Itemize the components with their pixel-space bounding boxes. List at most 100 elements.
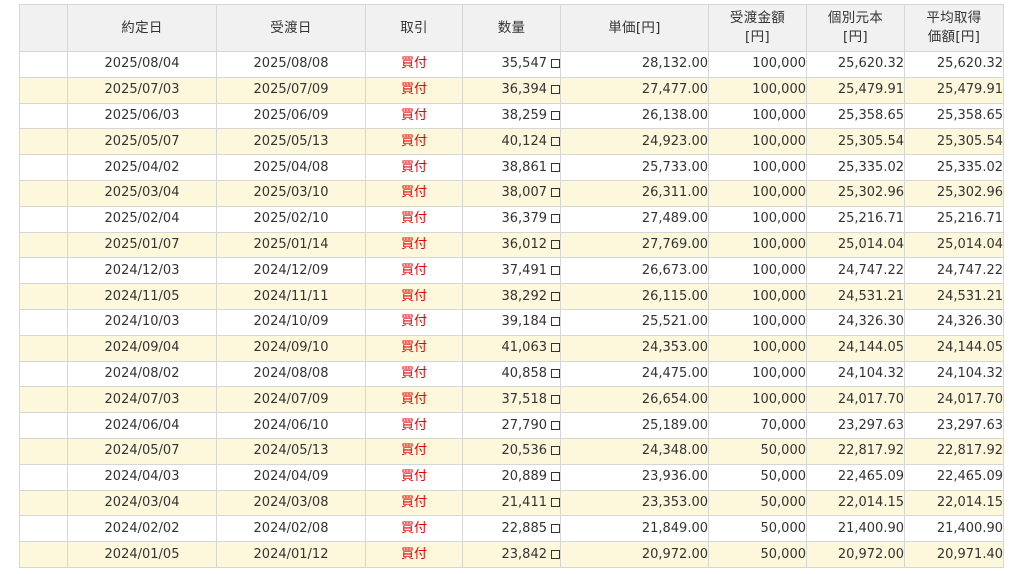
quantity-cell: 38,861 (462, 154, 561, 181)
row-selector-cell (19, 257, 68, 285)
table-row: 2025/05/07 2025/05/13 買付 40,124 24,923.00 100… (19, 128, 1004, 156)
table-row: 2024/07/03 2024/07/09 買付 37,518 26,654.00 100… (19, 386, 1004, 414)
table-row: 2024/12/03 2024/12/09 買付 37,491 26,673.00 100… (19, 257, 1004, 285)
average-cost-cell: 21,400.90 (904, 515, 1004, 543)
unit-price-cell: 21,849.00 (560, 515, 709, 543)
quantity-cell: 22,885 (462, 515, 561, 543)
unit-price-cell: 26,654.00 (560, 386, 709, 414)
trade-type-cell: 買付 (365, 412, 463, 439)
checkbox-square-icon (551, 446, 560, 456)
trade-type-cell: 買付 (365, 76, 463, 104)
contract-date-cell: 2024/01/05 (67, 541, 217, 568)
contract-date-cell: 2024/03/04 (67, 489, 217, 517)
trade-history-panel: 約定日 受渡日 取引 数量 単価[円] 受渡金額 [円] 個別元本 [円] 平均… (19, 4, 1004, 568)
quantity-value: 40,124 (501, 133, 548, 149)
trade-type-cell: 買付 (365, 463, 463, 491)
checkbox-square-icon (551, 549, 560, 559)
delivery-date-cell: 2025/02/10 (216, 205, 366, 233)
unit-price-cell: 25,521.00 (560, 308, 709, 336)
average-cost-cell: 22,465.09 (904, 463, 1004, 491)
quantity-value: 41,063 (501, 340, 548, 356)
checkbox-square-icon (551, 110, 560, 120)
average-cost-cell: 22,817.92 (904, 437, 1004, 465)
contract-date-cell: 2025/02/04 (67, 205, 217, 233)
individual-principal-cell: 25,302.96 (806, 179, 905, 207)
average-cost-cell: 25,335.02 (904, 154, 1004, 181)
contract-date-cell: 2024/12/03 (67, 257, 217, 285)
quantity-value: 36,379 (501, 211, 548, 227)
checkbox-square-icon (551, 497, 560, 507)
header-average-cost: 平均取得 価額[円] (904, 4, 1004, 52)
delivery-amount-cell: 100,000 (708, 76, 807, 104)
row-selector-cell (19, 412, 68, 439)
delivery-amount-cell: 100,000 (708, 283, 807, 310)
average-cost-cell: 24,104.32 (904, 360, 1004, 388)
checkbox-square-icon (551, 214, 560, 224)
average-cost-cell: 25,358.65 (904, 102, 1004, 130)
contract-date-cell: 2025/07/03 (67, 76, 217, 104)
table-row: 2025/07/03 2025/07/09 買付 36,394 27,477.00 100… (19, 76, 1004, 104)
quantity-value: 38,259 (501, 107, 548, 123)
quantity-value: 38,007 (501, 185, 548, 201)
trade-type-cell: 買付 (365, 489, 463, 517)
delivery-date-cell: 2025/06/09 (216, 102, 366, 130)
trade-history-table: 約定日 受渡日 取引 数量 単価[円] 受渡金額 [円] 個別元本 [円] 平均… (19, 4, 1004, 568)
table-row: 2024/05/07 2024/05/13 買付 20,536 24,348.00 50,… (19, 437, 1004, 465)
individual-principal-cell: 22,817.92 (806, 437, 905, 465)
checkbox-square-icon (551, 343, 560, 353)
delivery-amount-cell: 100,000 (708, 360, 807, 388)
unit-price-cell: 27,769.00 (560, 231, 709, 259)
row-selector-cell (19, 515, 68, 543)
delivery-date-cell: 2024/02/08 (216, 515, 366, 543)
quantity-cell: 20,536 (462, 437, 561, 465)
quantity-value: 36,012 (501, 236, 548, 252)
delivery-amount-cell: 100,000 (708, 51, 807, 78)
contract-date-cell: 2025/04/02 (67, 154, 217, 181)
delivery-date-cell: 2024/06/10 (216, 412, 366, 439)
trade-type-cell: 買付 (365, 541, 463, 568)
header-individual-principal-line2: [円] (843, 29, 868, 45)
unit-price-cell: 27,477.00 (560, 76, 709, 104)
row-selector-cell (19, 437, 68, 465)
quantity-cell: 37,491 (462, 257, 561, 285)
checkbox-square-icon (551, 523, 560, 533)
quantity-cell: 40,124 (462, 128, 561, 156)
contract-date-cell: 2025/03/04 (67, 179, 217, 207)
unit-price-cell: 26,673.00 (560, 257, 709, 285)
checkbox-square-icon (551, 317, 560, 327)
row-selector-cell (19, 76, 68, 104)
average-cost-cell: 24,017.70 (904, 386, 1004, 414)
header-unit-price: 単価[円] (560, 4, 709, 52)
individual-principal-cell: 24,326.30 (806, 308, 905, 336)
trade-type-cell: 買付 (365, 515, 463, 543)
delivery-amount-cell: 100,000 (708, 231, 807, 259)
average-cost-cell: 24,326.30 (904, 308, 1004, 336)
header-contract-date: 約定日 (67, 4, 217, 52)
individual-principal-cell: 24,531.21 (806, 283, 905, 310)
individual-principal-cell: 25,305.54 (806, 128, 905, 156)
average-cost-cell: 22,014.15 (904, 489, 1004, 517)
header-average-cost-line1: 平均取得 (926, 10, 982, 26)
row-selector-cell (19, 489, 68, 517)
checkbox-square-icon (551, 188, 560, 198)
unit-price-cell: 28,132.00 (560, 51, 709, 78)
quantity-cell: 38,292 (462, 283, 561, 310)
delivery-date-cell: 2025/03/10 (216, 179, 366, 207)
quantity-value: 38,861 (501, 159, 548, 175)
delivery-date-cell: 2025/05/13 (216, 128, 366, 156)
delivery-date-cell: 2024/08/08 (216, 360, 366, 388)
individual-principal-cell: 23,297.63 (806, 412, 905, 439)
unit-price-cell: 27,489.00 (560, 205, 709, 233)
table-row: 2025/01/07 2025/01/14 買付 36,012 27,769.00 100… (19, 231, 1004, 259)
contract-date-cell: 2024/05/07 (67, 437, 217, 465)
individual-principal-cell: 25,479.91 (806, 76, 905, 104)
header-delivery-amount-line1: 受渡金額 (729, 10, 786, 26)
delivery-amount-cell: 100,000 (708, 205, 807, 233)
unit-price-cell: 25,189.00 (560, 412, 709, 439)
quantity-value: 20,889 (501, 469, 548, 485)
average-cost-cell: 20,971.40 (904, 541, 1004, 568)
table-row: 2025/02/04 2025/02/10 買付 36,379 27,489.00 100… (19, 205, 1004, 233)
checkbox-square-icon (551, 265, 560, 275)
quantity-value: 37,518 (501, 391, 548, 407)
row-selector-cell (19, 360, 68, 388)
